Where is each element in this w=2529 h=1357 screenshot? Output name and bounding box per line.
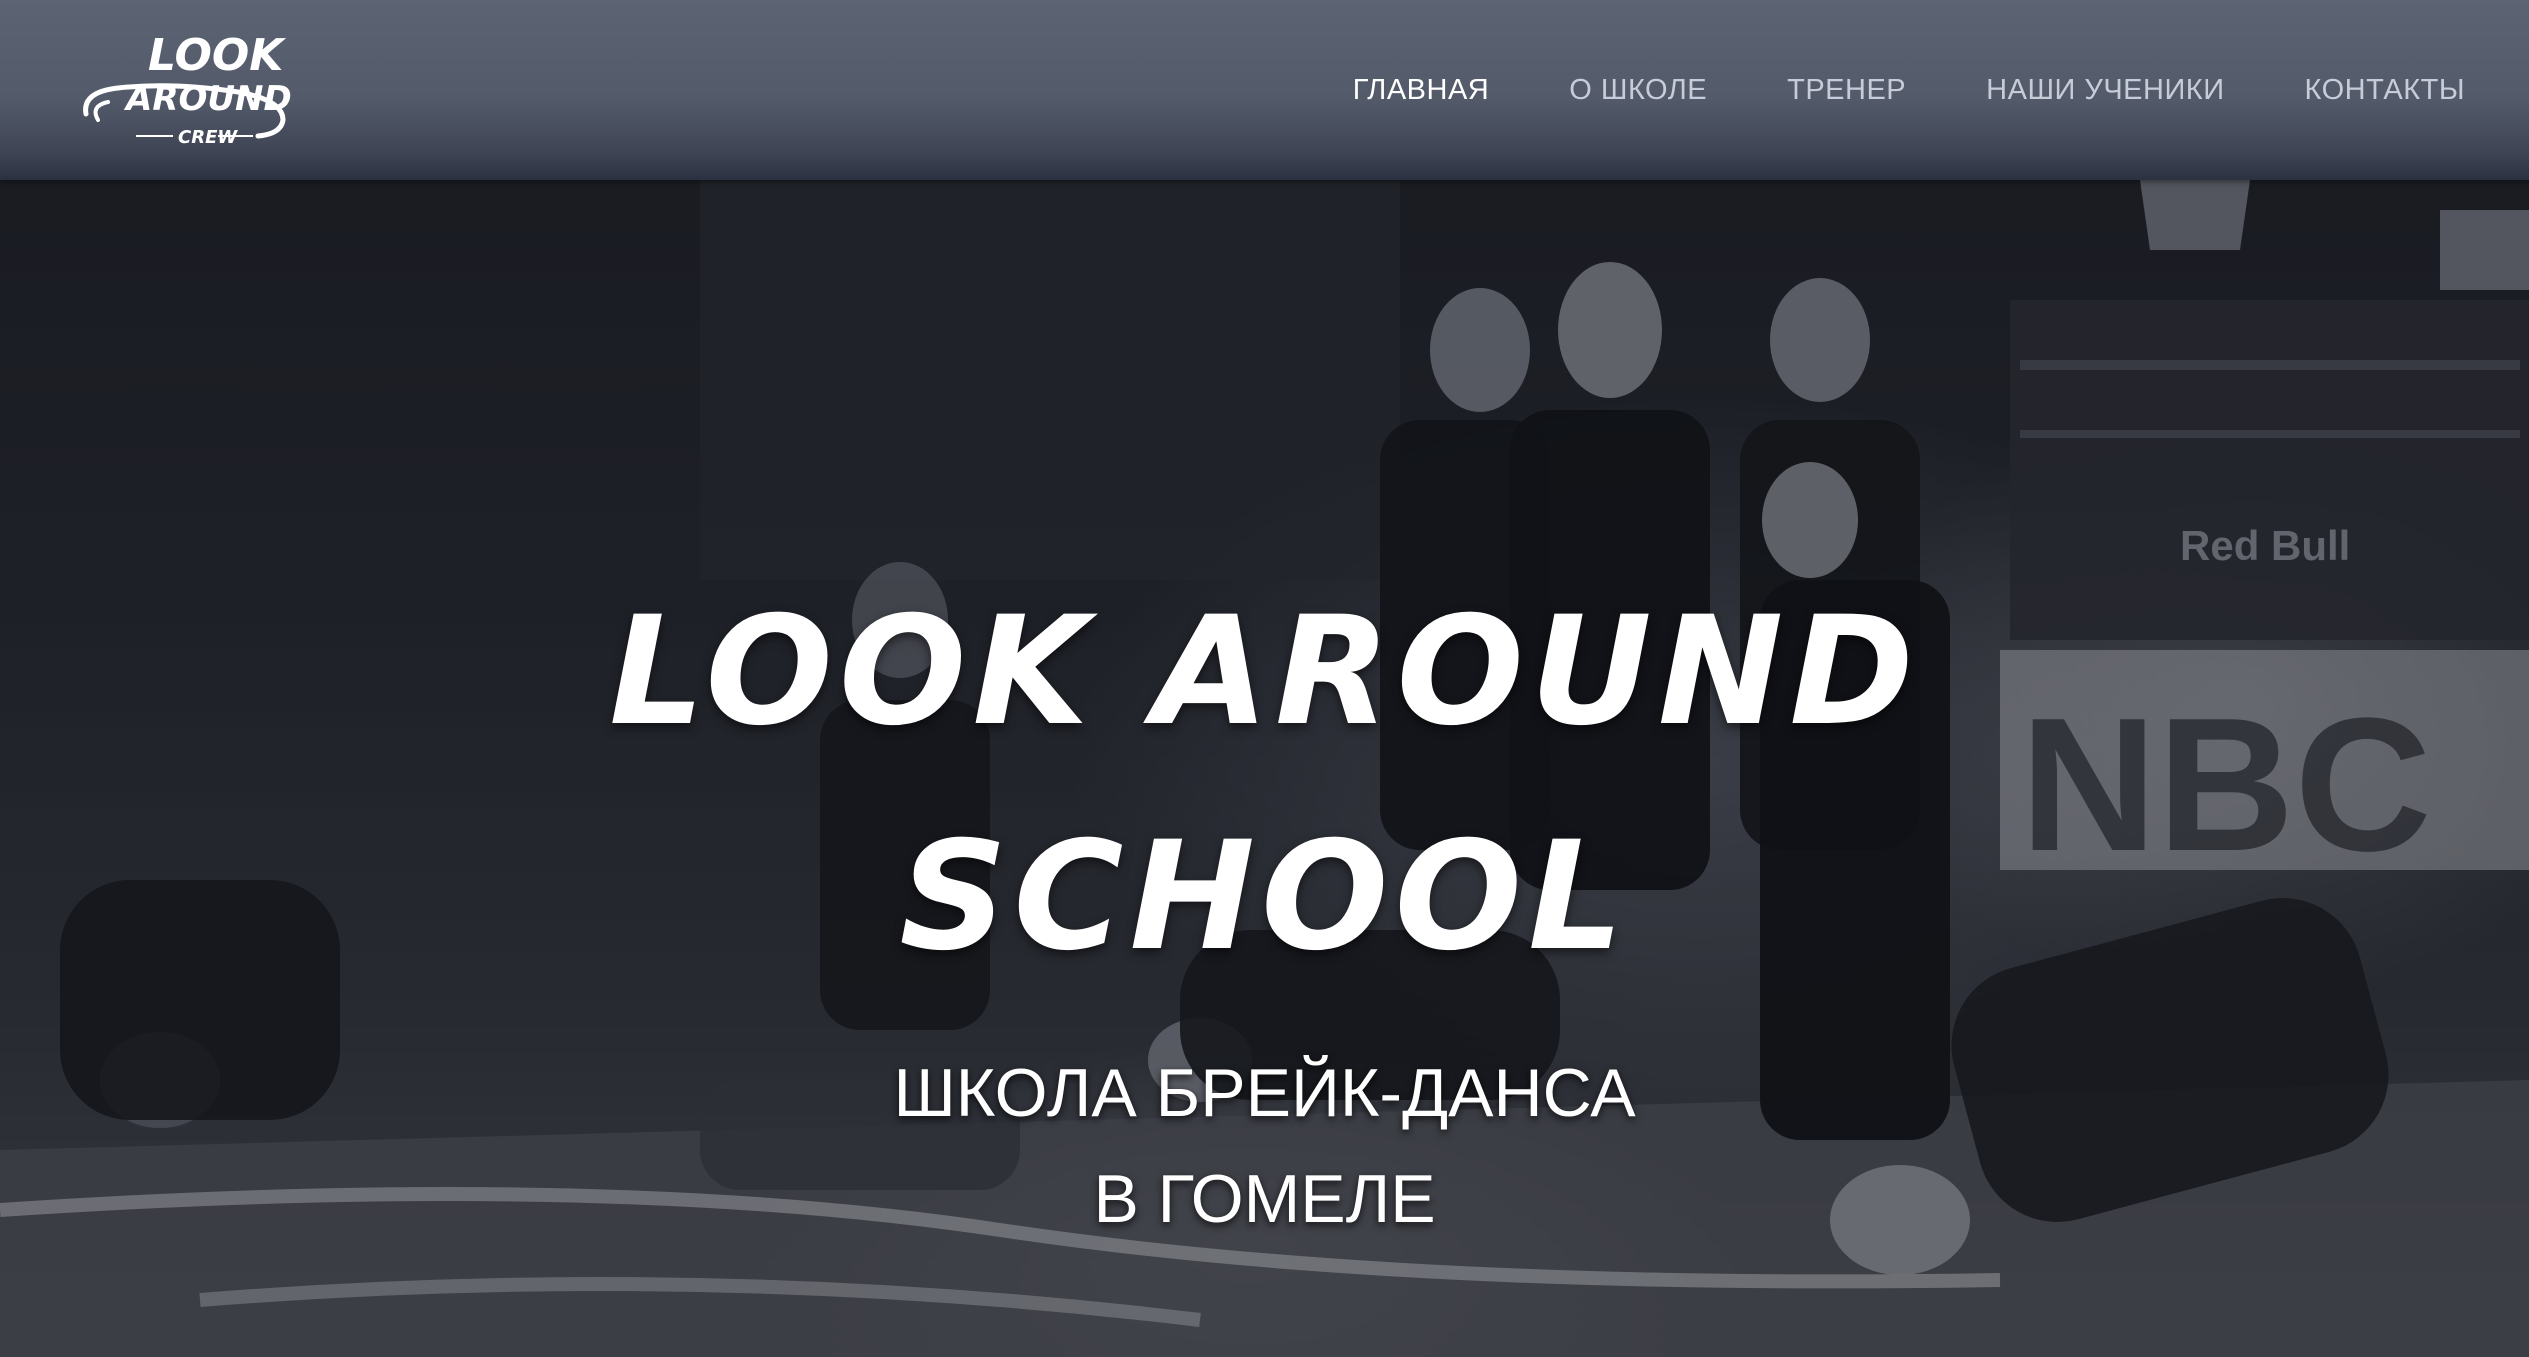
hero-title: LOOK AROUND SCHOOL xyxy=(0,560,2529,1010)
logo-graphic: LOOK AROUND CREW xyxy=(83,30,292,148)
logo-text-mid: AROUND xyxy=(123,79,292,119)
nav-item-about[interactable]: О ШКОЛЕ xyxy=(1569,60,1707,120)
top-navbar: LOOK AROUND CREW ГЛАВНАЯ О ШКОЛЕ ТРЕНЕР … xyxy=(0,0,2529,180)
main-navigation: ГЛАВНАЯ О ШКОЛЕ ТРЕНЕР НАШИ УЧЕНИКИ КОНТ… xyxy=(1273,60,2465,120)
hero-title-line-1: LOOK AROUND xyxy=(609,585,1920,759)
logo-text-sub: CREW xyxy=(178,127,238,148)
logo-icon[interactable]: LOOK AROUND CREW xyxy=(78,22,298,152)
nav-item-students[interactable]: НАШИ УЧЕНИКИ xyxy=(1986,60,2224,120)
page: NBC Red Bull LOOK AROUND CREW ГЛАВНАЯ О … xyxy=(0,0,2529,1357)
hero-title-line-2: SCHOOL xyxy=(899,810,1630,984)
nav-item-contacts[interactable]: КОНТАКТЫ xyxy=(2305,60,2465,120)
hero-subtitle: ШКОЛА БРЕЙК-ДАНСА В ГОМЕЛЕ xyxy=(0,1040,2529,1252)
hero-subtitle-line-1: ШКОЛА БРЕЙК-ДАНСА xyxy=(893,1055,1636,1131)
nav-item-coach[interactable]: ТРЕНЕР xyxy=(1787,60,1906,120)
nav-item-home[interactable]: ГЛАВНАЯ xyxy=(1353,60,1490,120)
hero-subtitle-line-2: В ГОМЕЛЕ xyxy=(1093,1161,1436,1237)
logo-text-top: LOOK xyxy=(148,30,286,81)
